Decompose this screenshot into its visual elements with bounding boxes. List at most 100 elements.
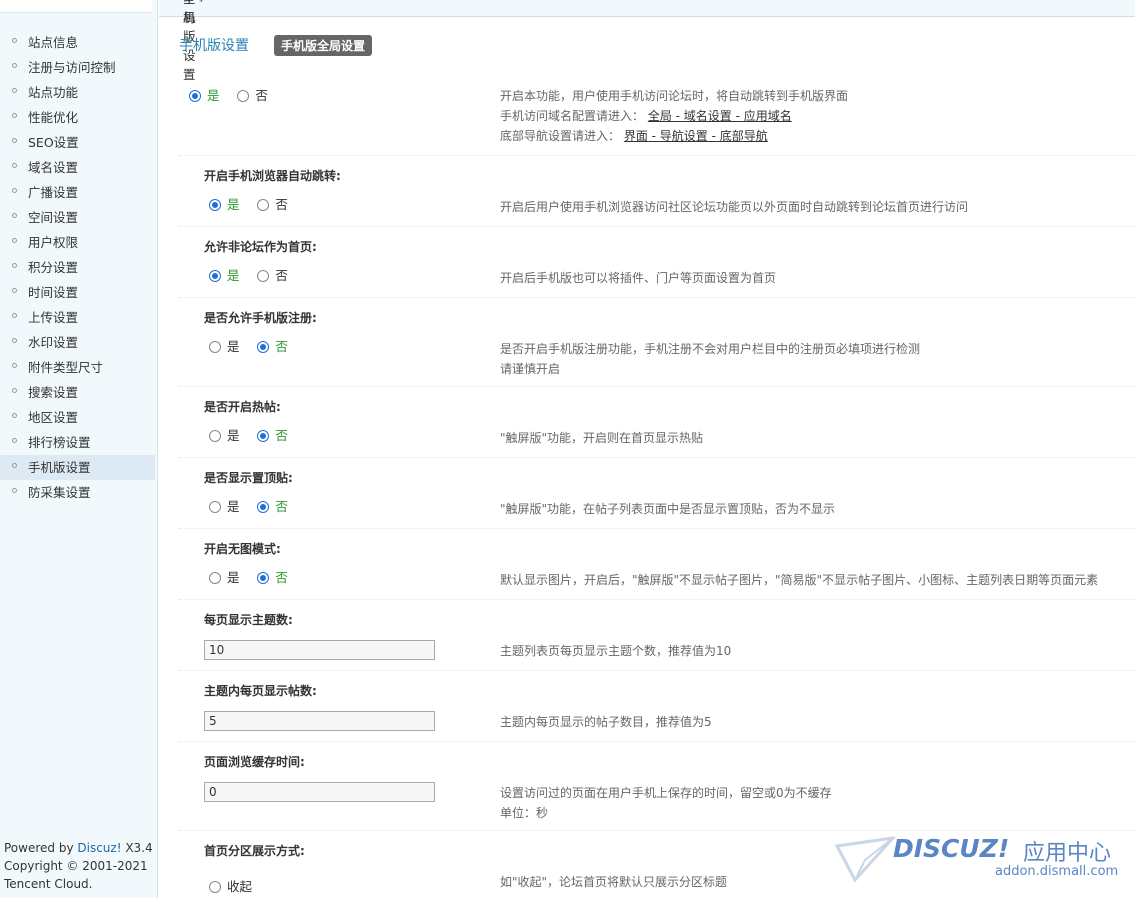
option-no[interactable]: 否 xyxy=(257,567,288,586)
option-no[interactable]: 否 xyxy=(257,194,288,213)
topics-per-page-input[interactable] xyxy=(204,640,435,660)
page-title: 手机版设置 xyxy=(179,38,249,54)
sidebar-item[interactable]: 站点信息 xyxy=(0,30,155,55)
sidebar-item[interactable]: SEO设置 xyxy=(0,130,155,155)
radio-icon[interactable] xyxy=(189,90,201,102)
discuz-watermark-logo: DISCUZ! 应用中心 addon.dismall.com xyxy=(835,832,1125,888)
sidebar-item[interactable]: 手机版设置 xyxy=(0,455,155,480)
setting-posts-per-page: 主题内每页显示帖数: 主题内每页显示的帖子数目，推荐值为5 xyxy=(179,671,1135,742)
option-yes[interactable]: 是 xyxy=(189,85,220,104)
sidebar-item[interactable]: 附件类型尺寸 xyxy=(0,355,155,380)
cache-time-input[interactable] xyxy=(204,782,435,802)
posts-per-page-input[interactable] xyxy=(204,711,435,731)
radio-icon[interactable] xyxy=(209,881,221,893)
option-yes[interactable]: 是 xyxy=(209,194,240,213)
setting-no-image: 开启无图模式: 是 否 默认显示图片，开启后，"触屏版"不显示帖子图片，"简易版… xyxy=(179,529,1135,600)
option-collapse[interactable]: 收起 xyxy=(209,876,252,895)
setting-label: 主题内每页显示帖数: xyxy=(204,684,317,698)
sidebar-item[interactable]: 站点功能 xyxy=(0,80,155,105)
sidebar-item-label: 空间设置 xyxy=(28,210,79,225)
sidebar-item[interactable]: 防采集设置 xyxy=(0,480,155,505)
radio-icon[interactable] xyxy=(209,341,221,353)
option-yes[interactable]: 是 xyxy=(209,265,240,284)
tab-global-settings[interactable]: 手机版全局设置 xyxy=(274,35,373,56)
setting-sticky-threads: 是否显示置顶贴: 是 否 "触屏版"功能，在帖子列表页面中是否显示置顶贴，否为不… xyxy=(179,458,1135,529)
domain-settings-link[interactable]: 全局 - 域名设置 - 应用域名 xyxy=(648,109,792,123)
footer-nav-link[interactable]: 界面 - 导航设置 - 底部导航 xyxy=(624,129,768,143)
company: Tencent Cloud. xyxy=(4,877,93,891)
setting-topics-per-page: 每页显示主题数: 主题列表页每页显示主题个数，推荐值为10 xyxy=(179,600,1135,671)
sidebar-item[interactable]: 域名设置 xyxy=(0,155,155,180)
sidebar-item[interactable]: 水印设置 xyxy=(0,330,155,355)
setting-tip: 主题列表页每页显示主题个数，推荐值为10 xyxy=(500,644,732,658)
copyright: Copyright © 2001-2021 xyxy=(4,859,148,873)
bullet-icon xyxy=(12,338,17,343)
setting-label: 允许非论坛作为首页: xyxy=(204,240,317,254)
setting-hot-threads: 是否开启热帖: 是 否 "触屏版"功能，开启则在首页显示热贴 xyxy=(179,387,1135,458)
sidebar-item[interactable]: 广播设置 xyxy=(0,180,155,205)
powered-by: Powered by Discuz! X3.4 Copyright © 2001… xyxy=(4,839,153,893)
bullet-icon xyxy=(12,263,17,268)
setting-tip: 设置访问过的页面在用户手机上保存的时间，留空或0为不缓存 单位：秒 xyxy=(500,786,832,820)
bullet-icon xyxy=(12,38,17,43)
breadcrumb-add[interactable]: [+] xyxy=(183,0,203,3)
sidebar-item[interactable]: 空间设置 xyxy=(0,205,155,230)
radio-icon[interactable] xyxy=(209,430,221,442)
setting-tip: "触屏版"功能，开启则在首页显示热贴 xyxy=(500,431,704,445)
powered-prefix: Powered by xyxy=(4,841,78,855)
setting-label: 首页分区展示方式: xyxy=(204,844,305,858)
sidebar-item-label: 上传设置 xyxy=(28,310,79,325)
option-no[interactable]: 否 xyxy=(257,425,288,444)
option-no[interactable]: 否 xyxy=(237,85,268,104)
sidebar-item[interactable]: 上传设置 xyxy=(0,305,155,330)
option-yes[interactable]: 是 xyxy=(209,425,240,444)
sidebar-item[interactable]: 注册与访问控制 xyxy=(0,55,155,80)
sidebar-item[interactable]: 积分设置 xyxy=(0,255,155,280)
setting-label: 开启无图模式: xyxy=(204,542,281,556)
setting-non-forum-home: 允许非论坛作为首页: 是 否 开启后手机版也可以将插件、门户等页面设置为首页 xyxy=(179,227,1135,298)
radio-icon[interactable] xyxy=(257,501,270,513)
radio-icon[interactable] xyxy=(257,341,270,353)
radio-icon[interactable] xyxy=(257,199,270,211)
sidebar-menu: 站点信息 注册与访问控制站点功能性能优化 SEO设置域名设置广播设置空间设置用户权限… xyxy=(0,30,155,505)
sidebar-item-label: 域名设置 xyxy=(28,160,79,175)
option-no[interactable]: 否 xyxy=(257,265,288,284)
radio-icon[interactable] xyxy=(209,199,221,211)
radio-icon[interactable] xyxy=(209,572,221,584)
sidebar-item-label: 防采集设置 xyxy=(28,485,91,500)
setting-tip: 是否开启手机版注册功能，手机注册不会对用户栏目中的注册页必填项进行检测 请谨慎开… xyxy=(500,342,921,376)
bullet-icon xyxy=(12,363,17,368)
radio-icon[interactable] xyxy=(209,270,221,282)
option-yes[interactable]: 是 xyxy=(209,336,240,355)
option-no[interactable]: 否 xyxy=(257,336,288,355)
radio-group: 是 否 xyxy=(209,425,302,444)
sidebar-item-label: 时间设置 xyxy=(28,285,79,300)
sidebar-item[interactable]: 用户权限 xyxy=(0,230,155,255)
sidebar-item[interactable]: 搜索设置 xyxy=(0,380,155,405)
option-yes[interactable]: 是 xyxy=(209,496,240,515)
radio-icon[interactable] xyxy=(257,572,270,584)
discuz-link[interactable]: Discuz! xyxy=(77,841,121,855)
radio-icon[interactable] xyxy=(237,90,250,102)
sidebar-item[interactable]: 地区设置 xyxy=(0,405,155,430)
radio-icon[interactable] xyxy=(209,501,221,513)
sidebar-item[interactable]: 性能优化 xyxy=(0,105,155,130)
bullet-icon xyxy=(12,413,17,418)
sidebar-item-label: 站点功能 xyxy=(28,85,79,100)
bullet-icon xyxy=(12,138,17,143)
watermark-word: DISCUZ! xyxy=(893,834,1010,863)
setting-tip: 主题内每页显示的帖子数目，推荐值为5 xyxy=(500,715,712,729)
sidebar-item[interactable]: 时间设置 xyxy=(0,280,155,305)
setting-mobile-enable: 是 否 开启本功能，用户使用手机访问论坛时，将自动跳转到手机版界面 手机访问域名… xyxy=(179,75,1135,156)
setting-label: 页面浏览缓存时间: xyxy=(204,755,305,769)
setting-label: 每页显示主题数: xyxy=(204,613,293,627)
radio-icon[interactable] xyxy=(257,270,270,282)
option-yes[interactable]: 是 xyxy=(209,567,240,586)
paper-plane-icon xyxy=(835,836,895,883)
sidebar-item[interactable]: 排行榜设置 xyxy=(0,430,155,455)
radio-icon[interactable] xyxy=(257,430,270,442)
bullet-icon xyxy=(12,288,17,293)
option-no[interactable]: 否 xyxy=(257,496,288,515)
sidebar-item-label: 积分设置 xyxy=(28,260,79,275)
setting-label: 是否开启热帖: xyxy=(204,400,281,414)
